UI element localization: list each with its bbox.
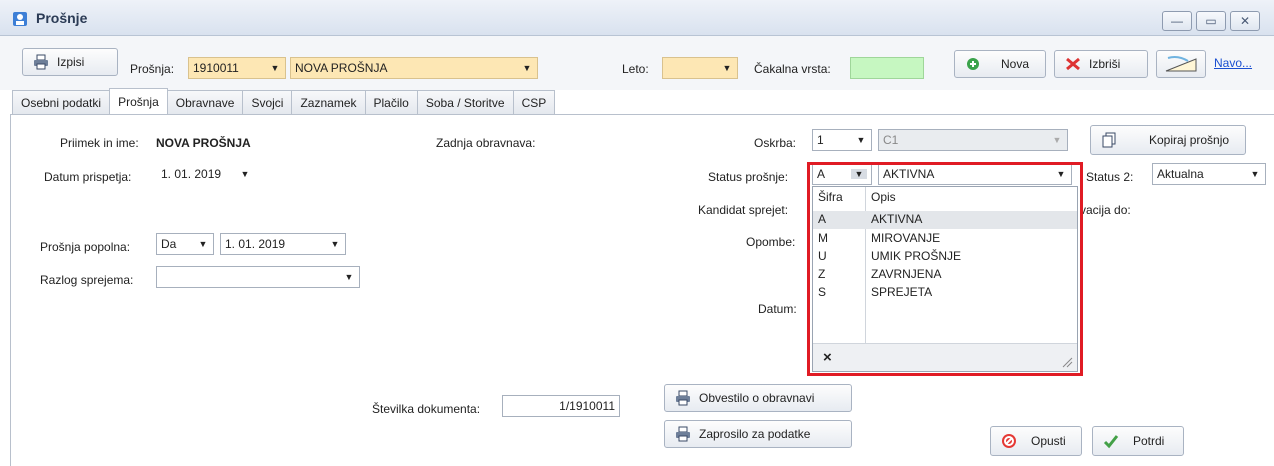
title-bar: Prošnje — ▭ ✕ — [0, 0, 1274, 36]
status-label: Status prošnje: — [708, 170, 789, 184]
window-title: Prošnje — [36, 10, 88, 26]
popolna-date-value: 1. 01. 2019 — [225, 237, 286, 251]
tab-osebni-podatki[interactable]: Osebni podatki — [12, 90, 111, 114]
datum-prispetja-value: 1. 01. 2019 — [161, 167, 222, 181]
status2-select[interactable]: Aktualna ▼ — [1152, 163, 1266, 185]
potrdi-button[interactable]: Potrdi — [1092, 426, 1184, 456]
priimek-value: NOVA PROŠNJA — [156, 136, 251, 150]
priimek-label: Priimek in ime: — [60, 136, 139, 150]
prosnja-name-value: NOVA PROŠNJA — [295, 61, 388, 75]
prosnja-name-select[interactable]: NOVA PROŠNJA ▼ — [290, 57, 538, 79]
minimize-button[interactable]: — — [1162, 11, 1192, 31]
razlog-select[interactable]: ▼ — [156, 266, 360, 288]
leto-select[interactable]: ▼ — [662, 57, 738, 79]
oskrba-value: 1 — [817, 133, 824, 147]
popolna-date-picker[interactable]: 1. 01. 2019 ▼ — [220, 233, 346, 255]
chevron-down-icon: ▼ — [330, 239, 340, 249]
maximize-button[interactable]: ▭ — [1196, 11, 1226, 31]
tab-soba-storitve[interactable]: Soba / Storitve — [416, 90, 514, 114]
tab-zaznamek[interactable]: Zaznamek — [291, 90, 366, 114]
stevilka-value: 1/1910011 — [559, 399, 615, 413]
obvestilo-button[interactable]: Obvestilo o obravnavi — [664, 384, 852, 412]
popolna-label: Prošnja popolna: — [40, 240, 131, 254]
zadnja-obravnava-label: Zadnja obravnava: — [436, 136, 536, 150]
tab-strip: Osebni podatki Prošnja Obravnave Svojci … — [12, 88, 556, 114]
status2-value: Aktualna — [1157, 167, 1204, 181]
delete-icon — [1066, 57, 1080, 71]
printer-icon — [34, 54, 48, 70]
ruler-icon — [1165, 56, 1197, 72]
chevron-down-icon: ▼ — [344, 272, 354, 282]
chevron-down-icon: ▼ — [722, 63, 732, 73]
new-label: Nova — [1001, 57, 1030, 71]
oskrba-select[interactable]: 1 ▼ — [812, 129, 872, 151]
delete-label: Izbriši — [1089, 57, 1121, 71]
stevilka-input[interactable]: 1/1910011 — [502, 395, 620, 417]
printer-icon — [676, 390, 690, 406]
chevron-down-icon: ▼ — [522, 63, 532, 73]
oskrba-label: Oskrba: — [754, 136, 797, 150]
oskrba-desc-select: C1 ▼ — [878, 129, 1068, 151]
status2-label: Status 2: — [1086, 170, 1134, 184]
print-label: Izpisi — [57, 55, 85, 69]
datum-label: Datum: — [758, 302, 797, 316]
printer-icon — [676, 426, 690, 442]
prosnja-label: Prošnja: — [130, 62, 175, 76]
chevron-down-icon: ▼ — [240, 169, 250, 179]
tab-csp[interactable]: CSP — [512, 90, 556, 114]
chevron-down-icon: ▼ — [1052, 135, 1062, 145]
opusti-label: Opusti — [1031, 434, 1066, 448]
datum-prispetja-label: Datum prispetja: — [44, 170, 132, 184]
prosnja-number-select[interactable]: 1910011 ▼ — [188, 57, 286, 79]
tab-svojci[interactable]: Svojci — [242, 90, 293, 114]
kopiraj-label: Kopiraj prošnjo — [1149, 133, 1230, 147]
rezervacija-label: vacija do: — [1080, 203, 1131, 217]
razlog-label: Razlog sprejema: — [40, 273, 134, 287]
oskrba-desc-value: C1 — [883, 133, 899, 147]
cakalna-input[interactable] — [850, 57, 924, 79]
tab-placilo[interactable]: Plačilo — [364, 90, 418, 114]
print-button[interactable]: Izpisi — [22, 48, 118, 76]
minimize-icon: — — [1171, 14, 1183, 28]
close-button[interactable]: ✕ — [1230, 11, 1260, 31]
tab-obravnave[interactable]: Obravnave — [166, 90, 244, 114]
kandidat-label: Kandidat sprejet: — [698, 203, 789, 217]
stevilka-label: Številka dokumenta: — [372, 402, 481, 416]
highlight-box — [807, 162, 1083, 376]
navodila-link[interactable]: Navo... — [1214, 56, 1252, 70]
potrdi-label: Potrdi — [1133, 434, 1165, 448]
datum-prispetja-picker[interactable]: 1. 01. 2019 ▼ — [156, 163, 256, 185]
obvestilo-label: Obvestilo o obravnavi — [699, 391, 815, 405]
delete-button[interactable]: Izbriši — [1054, 50, 1148, 78]
checkmark-icon — [1103, 435, 1119, 449]
chevron-down-icon: ▼ — [856, 135, 866, 145]
tab-prosnja[interactable]: Prošnja — [109, 88, 168, 114]
prosnja-number-value: 1910011 — [193, 61, 239, 75]
zaprosilo-label: Zaprosilo za podatke — [699, 427, 811, 441]
popolna-select[interactable]: Da ▼ — [156, 233, 214, 255]
chevron-down-icon: ▼ — [198, 239, 208, 249]
chevron-down-icon: ▼ — [1250, 169, 1260, 179]
zaprosilo-button[interactable]: Zaprosilo za podatke — [664, 420, 852, 448]
new-button[interactable]: Nova — [954, 50, 1046, 78]
add-icon — [967, 58, 979, 70]
cancel-icon — [1002, 434, 1016, 448]
leto-label: Leto: — [622, 62, 649, 76]
app-icon — [13, 12, 27, 26]
cakalna-label: Čakalna vrsta: — [754, 62, 831, 76]
popolna-value: Da — [161, 237, 177, 251]
close-icon: ✕ — [1239, 14, 1251, 28]
kopiraj-button[interactable]: Kopiraj prošnjo — [1090, 125, 1246, 155]
maximize-icon: ▭ — [1205, 14, 1217, 28]
opombe-label: Opombe: — [746, 235, 796, 249]
chevron-down-icon: ▼ — [270, 63, 280, 73]
navodila-button[interactable] — [1156, 50, 1206, 78]
copy-icon — [1102, 132, 1116, 148]
opusti-button[interactable]: Opusti — [990, 426, 1082, 456]
